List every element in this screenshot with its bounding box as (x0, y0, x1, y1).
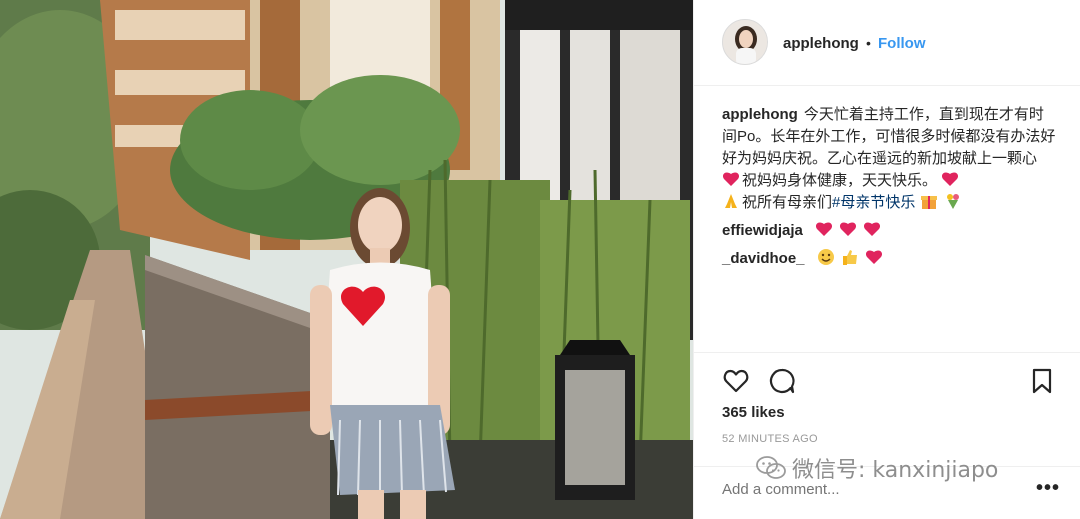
likes-count[interactable]: 365 likes (722, 404, 785, 421)
wechat-watermark: 微信号: kanxinjiapo (756, 453, 998, 483)
post-header: applehong • Follow (694, 0, 1080, 86)
red-heart-emoji-icon (864, 222, 881, 236)
bookmark-icon (1032, 368, 1052, 394)
bookmark-button[interactable] (1028, 367, 1056, 395)
separator-dot: • (866, 35, 871, 51)
follow-button[interactable]: Follow (878, 35, 926, 52)
red-heart-emoji-icon (816, 222, 833, 236)
post-author-username[interactable]: applehong (783, 35, 859, 52)
comment-username[interactable]: _davidhoe_ (722, 250, 805, 267)
comment-item: _davidhoe_ (722, 248, 1057, 270)
wechat-icon (756, 456, 786, 479)
bouquet-emoji-icon (946, 194, 959, 209)
avatar-image (723, 20, 767, 64)
photo-illustration (0, 0, 693, 519)
post-sidebar: applehong • Follow applehong 今天忙着主持工作，直到现… (693, 0, 1080, 519)
post-actions (694, 352, 1080, 404)
hashtag-link[interactable]: #母亲节快乐 (832, 194, 915, 211)
post-photo[interactable] (0, 0, 693, 519)
gift-emoji-icon (920, 196, 937, 209)
post-caption: applehong 今天忙着主持工作，直到现在才有时间Po。长年在外工作，可惜很多… (722, 104, 1057, 214)
red-heart-emoji-icon (942, 172, 959, 186)
comment-item: effiewidjaja (722, 220, 1057, 242)
red-heart-emoji-icon (866, 250, 883, 264)
caption-text-3: 祝所有母亲们 (742, 194, 833, 211)
like-button[interactable] (722, 367, 750, 395)
heart-icon (723, 369, 749, 393)
smile-emoji-icon (817, 249, 834, 265)
red-heart-emoji-icon (722, 172, 740, 186)
more-options-button[interactable]: ••• (1036, 477, 1060, 500)
comment-icon (769, 368, 795, 394)
comment-username[interactable]: effiewidjaja (722, 222, 803, 239)
comments-list: applehong 今天忙着主持工作，直到现在才有时间Po。长年在外工作，可惜很多… (722, 104, 1057, 270)
post-timestamp[interactable]: 52 MINUTES AGO (722, 433, 818, 445)
avatar[interactable] (722, 19, 768, 65)
pray-emoji-icon (725, 194, 737, 208)
thumbs-up-emoji-icon (842, 250, 857, 265)
caption-username[interactable]: applehong (722, 106, 798, 123)
comment-button[interactable] (768, 367, 796, 395)
watermark-text: 微信号: kanxinjiapo (792, 458, 999, 483)
caption-text-2: 祝妈妈身体健康，天天快乐。 (742, 172, 938, 189)
red-heart-emoji-icon (840, 222, 857, 236)
